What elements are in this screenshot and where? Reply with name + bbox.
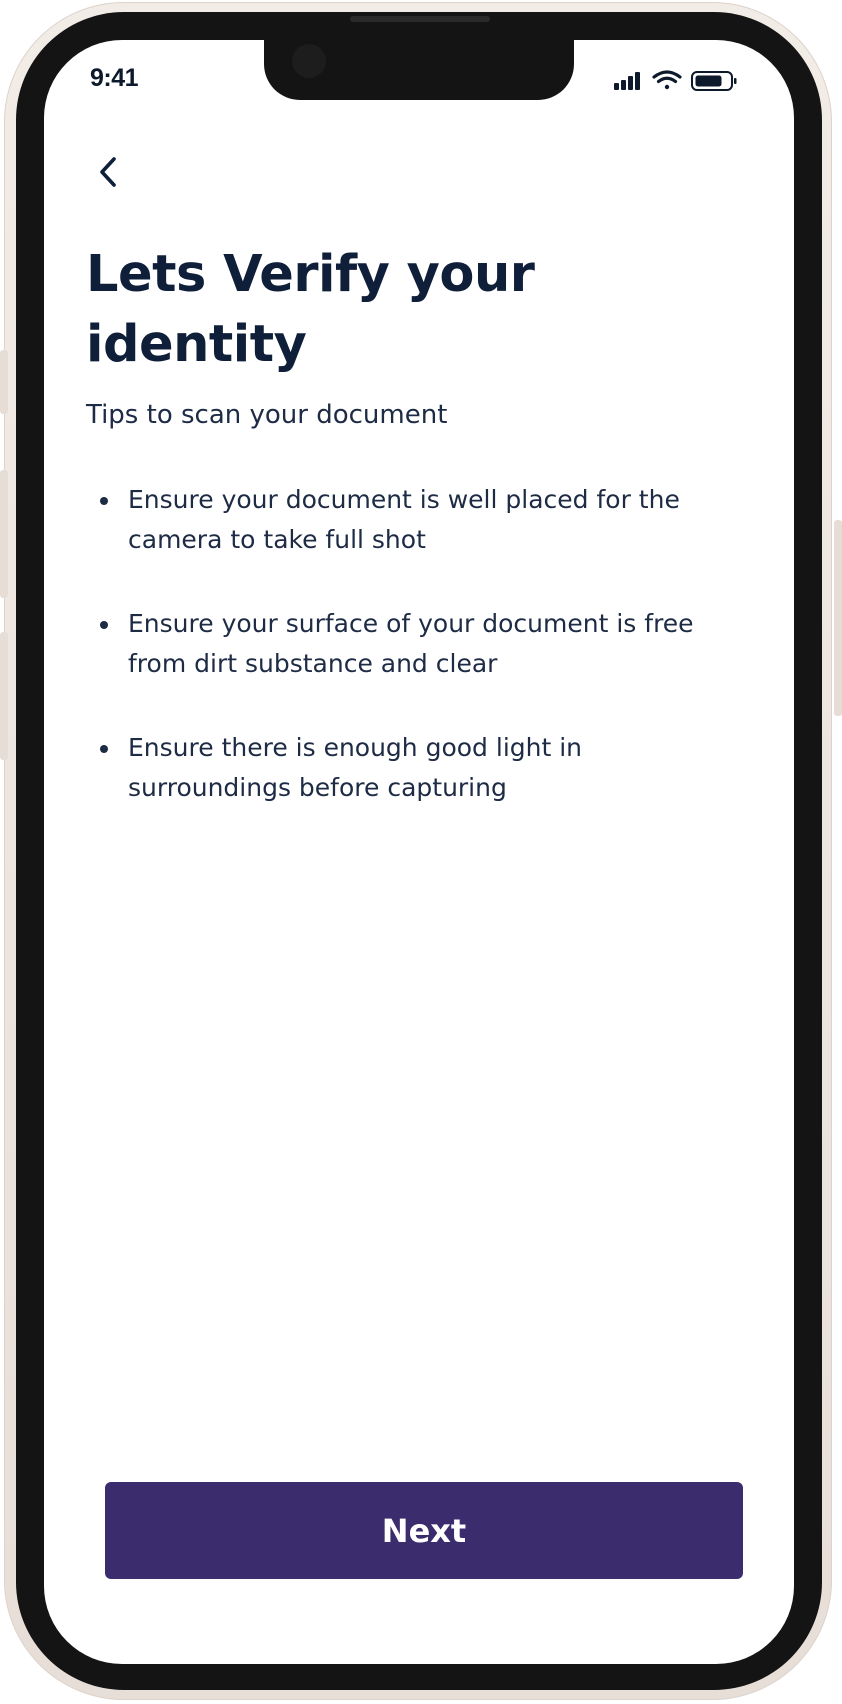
status-icons <box>614 68 754 94</box>
bullet-icon <box>100 497 108 505</box>
mute-switch <box>0 350 8 414</box>
front-camera <box>292 44 326 78</box>
wifi-icon <box>652 70 682 90</box>
volume-up-button <box>0 470 8 598</box>
volume-down-button <box>0 632 8 760</box>
earpiece-speaker <box>350 16 490 22</box>
bullet-icon <box>100 621 108 629</box>
tip-item: Ensure your document is well placed for … <box>100 480 700 560</box>
tip-text: Ensure there is enough good light in sur… <box>128 733 583 802</box>
notch <box>264 38 574 100</box>
tip-text: Ensure your surface of your document is … <box>128 609 694 678</box>
tip-item: Ensure there is enough good light in sur… <box>100 728 700 808</box>
page-subtitle: Tips to scan your document <box>86 400 448 430</box>
battery-icon <box>691 71 737 91</box>
back-button[interactable] <box>86 150 130 194</box>
tips-list: Ensure your document is well placed for … <box>100 480 700 852</box>
tip-item: Ensure your surface of your document is … <box>100 604 700 684</box>
cellular-signal-icon <box>614 72 640 90</box>
chevron-left-icon <box>100 157 116 187</box>
status-time: 9:41 <box>90 64 139 92</box>
page-title: Lets Verify your identity <box>86 245 535 374</box>
bullet-icon <box>100 745 108 753</box>
tip-text: Ensure your document is well placed for … <box>128 485 680 554</box>
power-button <box>834 520 842 716</box>
next-button[interactable]: Next <box>105 1482 743 1579</box>
